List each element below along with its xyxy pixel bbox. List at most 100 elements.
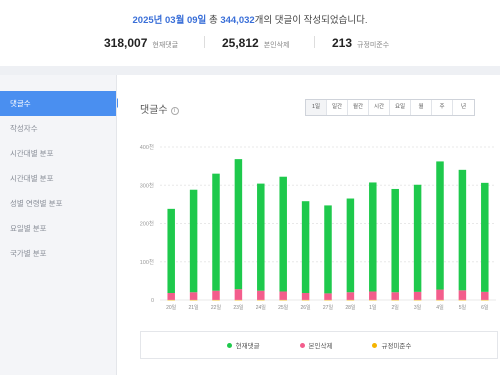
stat-divider	[314, 36, 315, 48]
legend-dot-deleted	[299, 342, 305, 348]
stat-deleted-value: 25,812	[222, 36, 259, 50]
legend-dot-violation	[372, 342, 378, 348]
sidebar-item-time-distribution[interactable]: 시간대별 분포	[0, 141, 116, 166]
filter-hour[interactable]: 시간	[369, 100, 390, 115]
bar-segment	[212, 173, 220, 291]
sidebar-item-weekday-distribution[interactable]: 요일별 분포	[0, 216, 116, 241]
y-tick-label: 400천	[140, 143, 154, 151]
bar-segment	[436, 289, 444, 300]
filter-month[interactable]: 월	[411, 100, 432, 115]
x-tick-label: 5일	[459, 304, 467, 311]
sidebar-item-country-distribution[interactable]: 국가별 분포	[0, 241, 116, 266]
bar-segment	[279, 176, 287, 292]
bar-segment	[234, 299, 243, 301]
stat-current-label: 현재댓글	[152, 42, 179, 49]
x-tick-label: 6일	[481, 304, 489, 311]
bar-segment	[324, 205, 332, 294]
chart-title-text: 댓글수	[140, 105, 168, 116]
legend-item-deleted[interactable]: 본인삭제	[299, 340, 333, 350]
bar-segment	[413, 299, 422, 301]
stat-deleted-label: 본인삭제	[263, 42, 290, 49]
stat-current: 318,007 현재댓글	[104, 34, 178, 52]
bar-segment	[257, 290, 265, 300]
bar-segment	[458, 169, 467, 291]
main-panel: 댓글수 i 1일 일간 월간 시간 요일 월 주 년 0 100천 200천 300천 4…	[118, 75, 500, 375]
bar-segment	[234, 159, 243, 290]
sidebar-item-label: 요일별 분포	[10, 224, 47, 233]
y-tick-label: 100천	[140, 258, 154, 266]
summary-date: 2025년 03월 09일	[132, 15, 207, 26]
sidebar-item-label: 성별 연령별 분포	[10, 199, 63, 208]
y-tick-label: 300천	[140, 181, 154, 189]
bar-segment	[458, 299, 467, 301]
bar-segment	[167, 208, 175, 294]
summary-suffix: 개의 댓글이 작성되었습니다.	[254, 15, 368, 26]
bar-segment	[369, 291, 377, 300]
sidebar-item-comment-count[interactable]: 댓글수	[0, 91, 116, 116]
bar-segment	[234, 289, 243, 300]
summary-prefix: 총	[208, 15, 218, 26]
filter-monthly[interactable]: 월간	[348, 100, 369, 115]
bar-segment	[391, 292, 399, 300]
bar-segment	[301, 201, 310, 294]
bar-segment	[257, 299, 265, 301]
bar-segment	[167, 299, 175, 301]
filter-week[interactable]: 주	[432, 100, 453, 115]
filter-weekday[interactable]: 요일	[390, 100, 411, 115]
bar-segment	[279, 299, 287, 301]
sidebar-item-author-count[interactable]: 작성자수	[0, 116, 116, 141]
filter-1day[interactable]: 1일	[306, 100, 327, 115]
divider-band	[0, 66, 500, 75]
filter-year[interactable]: 년	[453, 100, 474, 115]
stat-deleted: 25,812 본인삭제	[222, 34, 289, 52]
x-tick-label: 4일	[436, 304, 444, 311]
bar-segment	[413, 184, 422, 292]
bar-segment	[189, 292, 198, 300]
bar-segment	[346, 292, 355, 300]
x-tick-label: 21일	[189, 304, 200, 311]
filter-daily[interactable]: 일간	[327, 100, 348, 115]
bar-segment	[324, 293, 332, 300]
legend-dot-current	[226, 342, 232, 348]
x-tick-label: 2일	[392, 304, 400, 311]
summary-total: 344,032	[220, 15, 255, 26]
summary-header: 2025년 03월 09일 총 344,032개의 댓글이 작성되었습니다. 3…	[0, 0, 500, 66]
sidebar-item-gender-age-distribution[interactable]: 성별 연령별 분포	[0, 191, 116, 216]
period-filter-group: 1일 일간 월간 시간 요일 월 주 년	[305, 99, 475, 116]
bar-segment	[413, 291, 422, 300]
sidebar-item-label: 댓글수	[10, 99, 31, 108]
x-tick-label: 22일	[211, 304, 222, 311]
bar-segment	[481, 182, 489, 292]
sidebar-item-label: 시간대별 분포	[10, 149, 54, 158]
legend-item-violation[interactable]: 규정미준수	[372, 340, 411, 350]
sidebar-item-hour-distribution[interactable]: 시간대별 분포	[0, 166, 116, 191]
stat-violation-label: 규정미준수	[357, 42, 390, 49]
stat-violation: 213 규정미준수	[332, 34, 389, 52]
x-tick-label: 1일	[369, 304, 377, 311]
x-tick-label: 28일	[345, 304, 356, 311]
bar-segment	[167, 293, 175, 300]
y-tick-label: 200천	[140, 220, 154, 228]
x-tick-label: 24일	[256, 304, 267, 311]
bar-segment	[458, 290, 467, 300]
sidebar-item-label: 시간대별 분포	[10, 174, 54, 183]
bar-segment	[189, 189, 198, 293]
legend-label-deleted: 본인삭제	[308, 343, 333, 350]
info-icon[interactable]: i	[170, 107, 179, 115]
bar-segment	[346, 299, 355, 301]
bar-segment	[346, 198, 355, 293]
chart-legend: 현재댓글 본인삭제 규정미준수	[140, 331, 498, 359]
legend-item-current[interactable]: 현재댓글	[226, 340, 260, 350]
bar-segment	[189, 299, 198, 301]
bar-segment	[257, 183, 265, 291]
bar-segment	[391, 188, 399, 293]
sidebar-item-label: 작성자수	[10, 124, 38, 133]
stat-divider	[204, 36, 205, 48]
bar-segment	[369, 299, 377, 301]
x-tick-label: 25일	[278, 304, 289, 311]
x-tick-label: 27일	[323, 304, 334, 311]
bar-segment	[436, 161, 444, 290]
summary-line: 2025년 03월 09일 총 344,032개의 댓글이 작성되었습니다.	[0, 12, 500, 26]
bar-segment	[481, 299, 489, 301]
sidebar: 댓글수 작성자수 시간대별 분포 시간대별 분포 성별 연령별 분포 요일별 분…	[0, 75, 117, 375]
